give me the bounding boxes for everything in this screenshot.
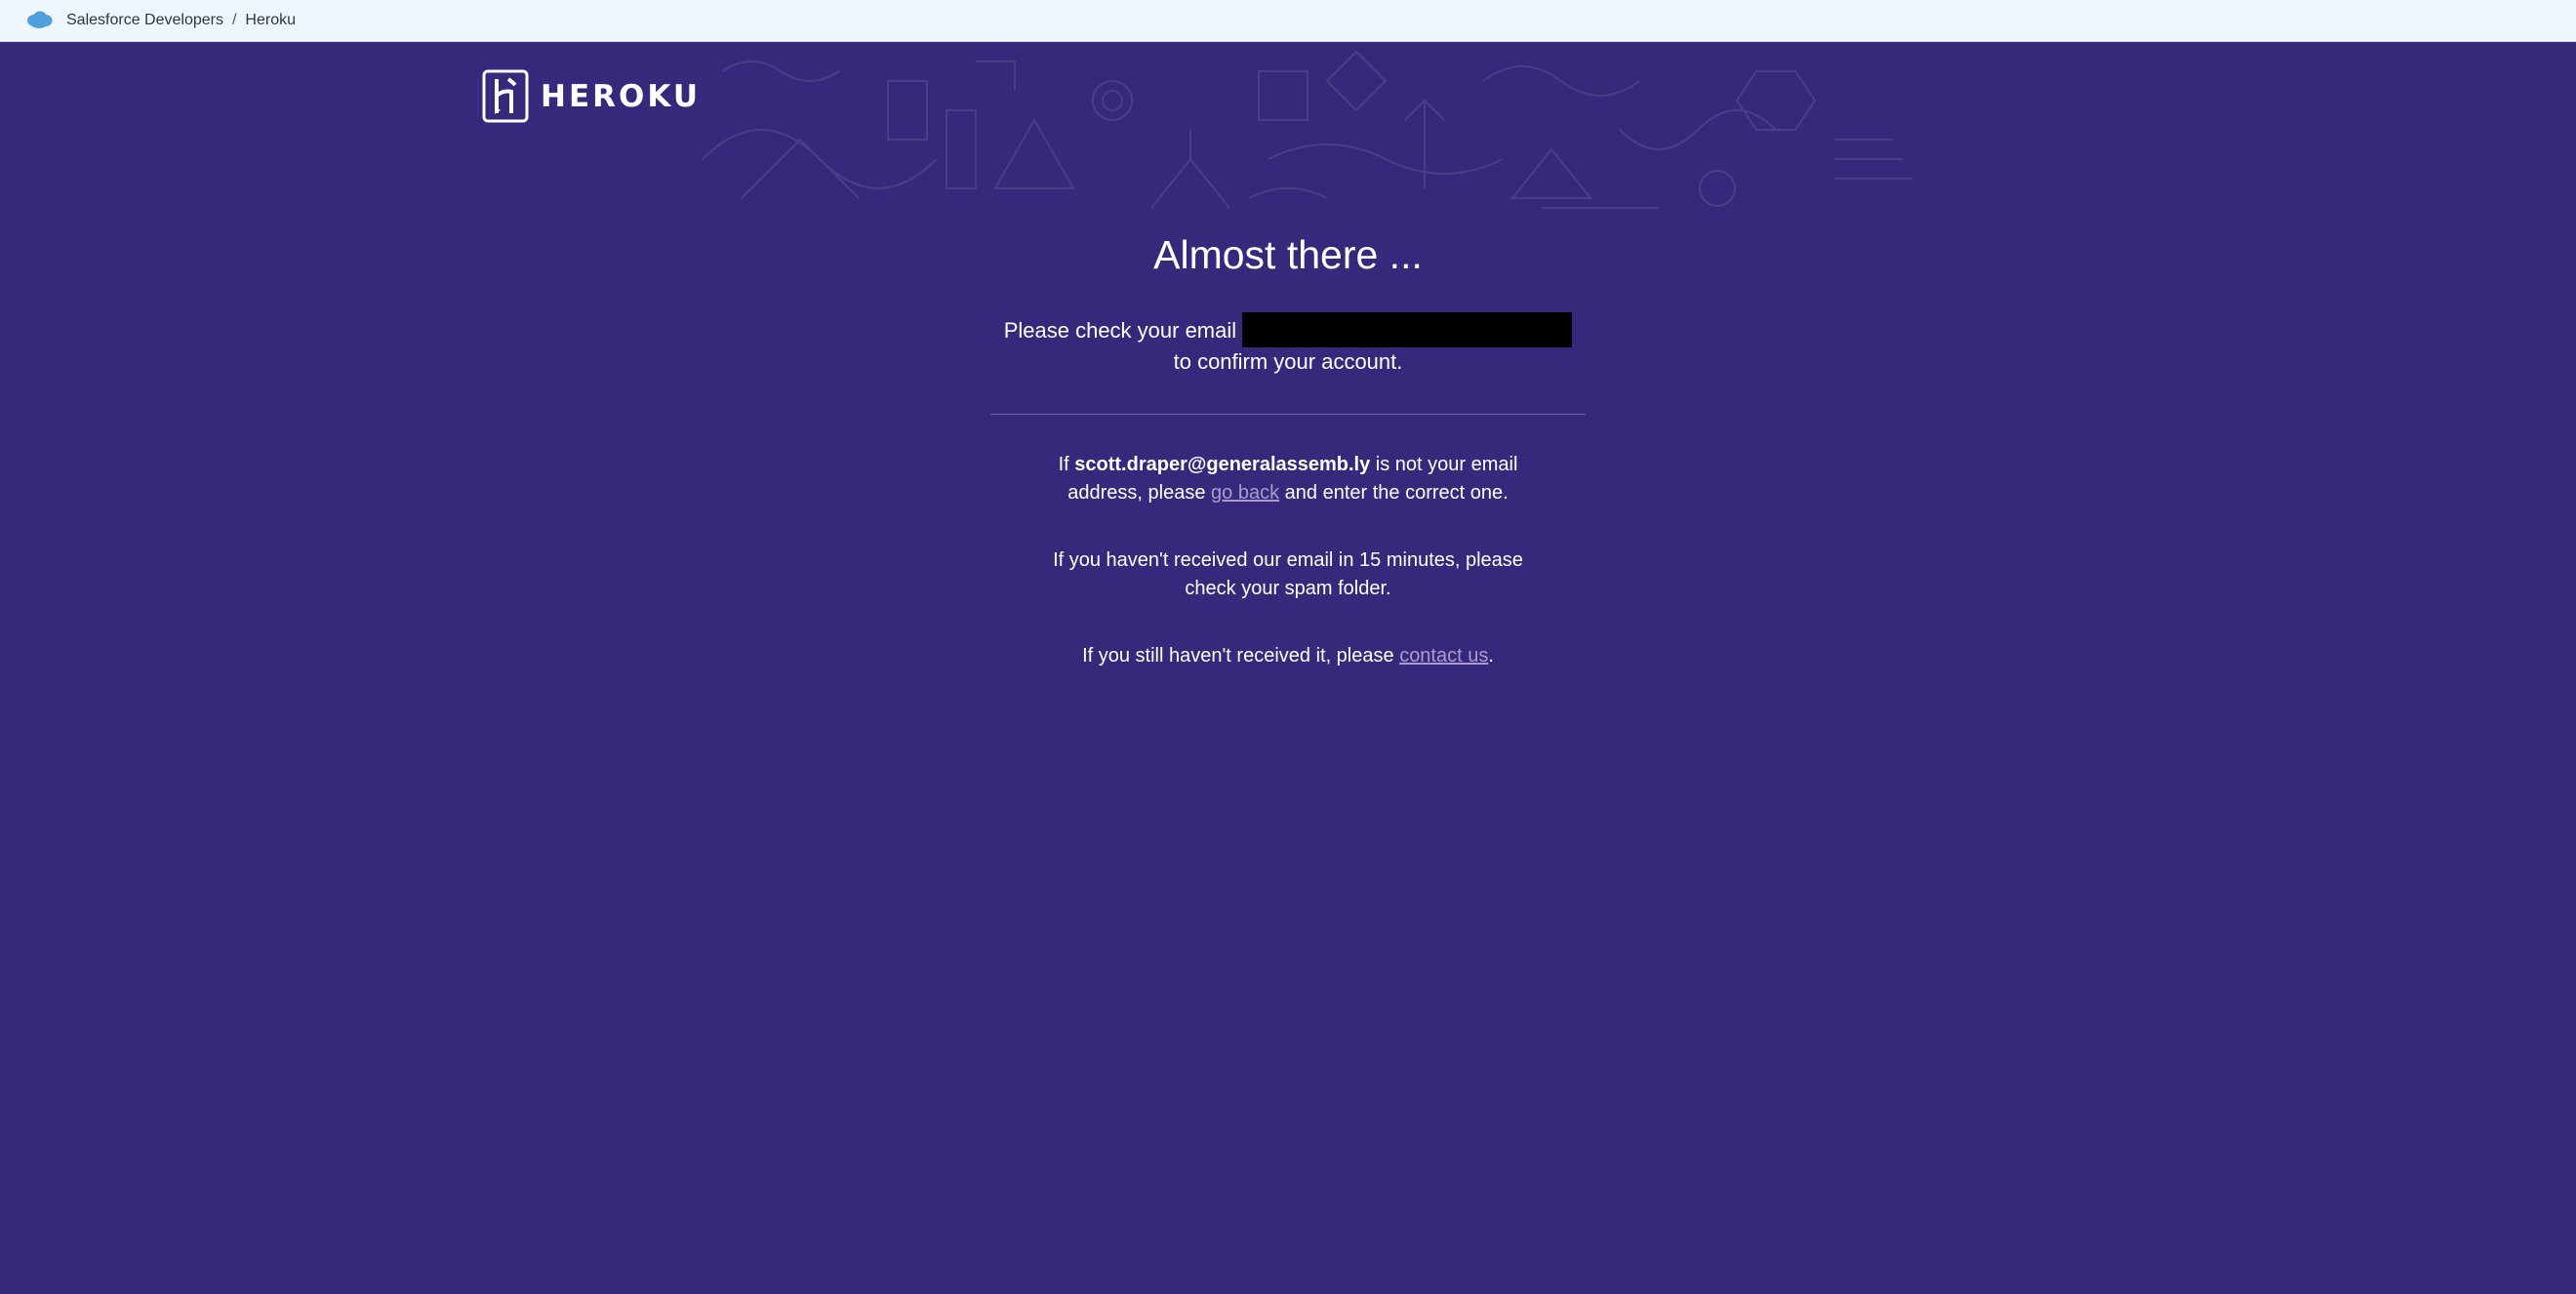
check-email-prefix: Please check your email: [1003, 317, 1237, 343]
wrong-email-prefix: If: [1058, 454, 1069, 475]
breadcrumb-heroku[interactable]: Heroku: [245, 12, 296, 29]
go-back-link[interactable]: go back: [1211, 482, 1279, 504]
wrong-email-notice: If scott.draper@generalassemb.ly is not …: [1034, 451, 1542, 507]
contact-notice: If you still haven't received it, please…: [1015, 642, 1561, 670]
spam-notice: If you haven't received our email in 15 …: [1053, 549, 1523, 599]
confirmation-panel: Almost there ... Please check your email…: [976, 230, 1600, 670]
breadcrumb: Salesforce Developers / Heroku: [66, 12, 296, 29]
contact-suffix: .: [1488, 645, 1494, 667]
divider: [990, 414, 1586, 415]
contact-prefix: If you still haven't received it, please: [1082, 645, 1394, 667]
heroku-logo[interactable]: HEROKU: [482, 69, 701, 123]
breadcrumb-salesforce-developers[interactable]: Salesforce Developers: [66, 12, 223, 29]
wrong-email-suffix: and enter the correct one.: [1284, 482, 1509, 504]
check-email-message: Please check your email to confirm your …: [976, 312, 1600, 375]
browser-breadcrumb-bar: Salesforce Developers / Heroku: [0, 0, 2576, 42]
breadcrumb-separator: /: [231, 12, 237, 28]
heroku-logo-icon: [482, 69, 529, 123]
user-email: scott.draper@generalassemb.ly: [1074, 454, 1371, 475]
heroku-page: HEROKU Almost there ... Please check you…: [0, 42, 2576, 1294]
redacted-email-box: [1242, 312, 1573, 347]
check-email-suffix: to confirm your account.: [1173, 349, 1403, 374]
salesforce-cloud-icon[interactable]: [25, 10, 53, 29]
heroku-wordmark: HEROKU: [541, 78, 701, 114]
contact-us-link[interactable]: contact us: [1399, 645, 1488, 667]
decorative-banner-illustration: [702, 50, 1912, 209]
page-title: Almost there ...: [1153, 232, 1423, 277]
